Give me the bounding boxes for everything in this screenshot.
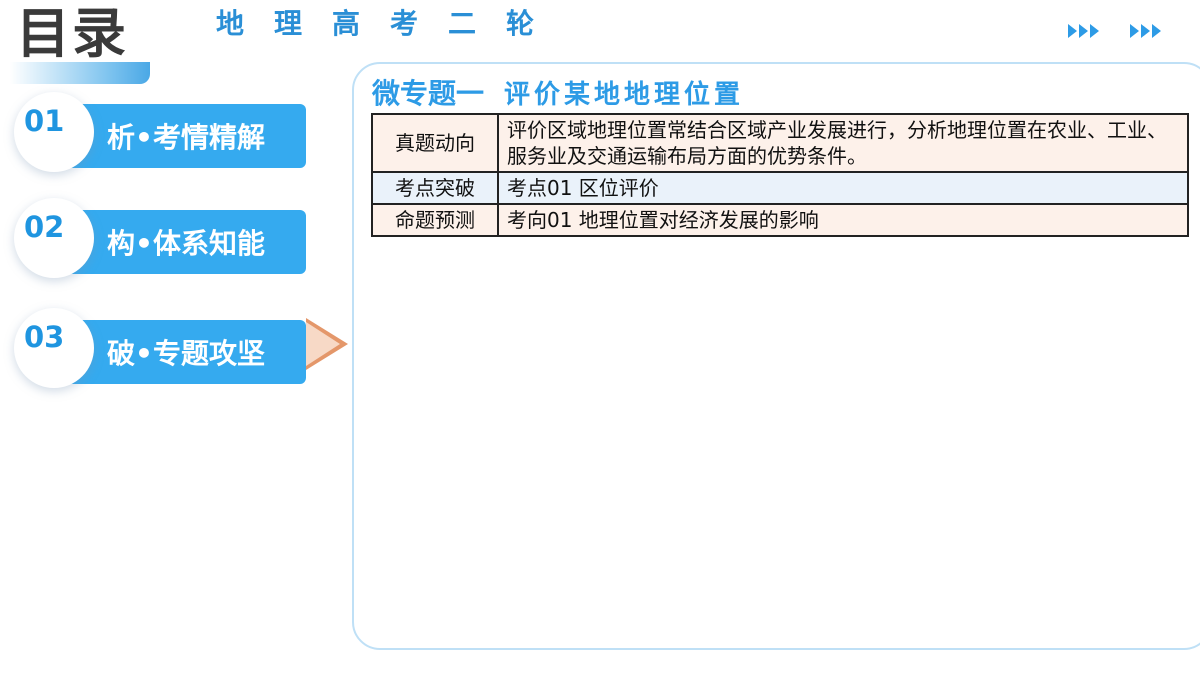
- page-title: 目录: [16, 2, 128, 65]
- row-head: 考点突破: [371, 171, 499, 205]
- panel-title: 微专题一 评价某地地理位置: [372, 72, 744, 112]
- arrow-icon: [1141, 24, 1150, 38]
- nav-number: 02: [24, 210, 65, 244]
- table-row: 命题预测 考向01 地理位置对经济发展的影响: [371, 203, 1189, 237]
- row-content: 考向01 地理位置对经济发展的影响: [497, 203, 1189, 237]
- row-content: 考点01 区位评价: [497, 171, 1189, 205]
- row-head: 真题动向: [371, 113, 499, 173]
- arrow-icon: [1130, 24, 1139, 38]
- nav-label: 构•体系知能: [66, 210, 306, 274]
- decor-arrows-right: [1130, 24, 1161, 38]
- arrow-icon: [1152, 24, 1161, 38]
- active-indicator-inner: [306, 322, 340, 366]
- row-content: 评价区域地理位置常结合区域产业发展进行，分析地理位置在农业、工业、服务业及交通运…: [497, 113, 1189, 173]
- arrow-icon: [1079, 24, 1088, 38]
- decor-arrows-left: [1068, 24, 1099, 38]
- nav-number: 03: [24, 320, 65, 354]
- panel-title-sub: 评价某地地理位置: [504, 80, 745, 110]
- nav-label: 破•专题攻坚: [66, 320, 306, 384]
- panel-title-main: 微专题一: [372, 77, 485, 110]
- nav-item-03[interactable]: 03 破•专题攻坚: [14, 308, 314, 388]
- row-head: 命题预测: [371, 203, 499, 237]
- table-row: 真题动向 评价区域地理位置常结合区域产业发展进行，分析地理位置在农业、工业、服务…: [371, 113, 1189, 173]
- arrow-icon: [1068, 24, 1077, 38]
- arrow-icon: [1090, 24, 1099, 38]
- page-subtitle: 地理高考二轮: [216, 7, 565, 40]
- nav-item-02[interactable]: 02 构•体系知能: [14, 198, 314, 278]
- nav-item-01[interactable]: 01 析•考情精解: [14, 92, 314, 172]
- nav-label: 析•考情精解: [66, 104, 306, 168]
- info-table: 真题动向 评价区域地理位置常结合区域产业发展进行，分析地理位置在农业、工业、服务…: [371, 113, 1189, 237]
- nav-number: 01: [24, 104, 65, 138]
- table-row: 考点突破 考点01 区位评价: [371, 171, 1189, 205]
